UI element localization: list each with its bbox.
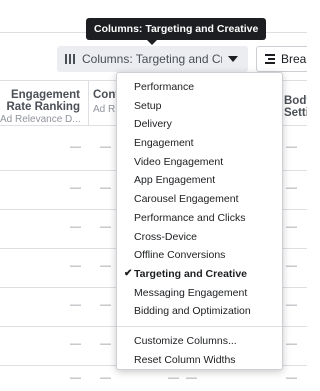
table-cell-empty: — bbox=[286, 260, 297, 272]
menu-item-performance-and-clicks[interactable]: Performance and Clicks bbox=[117, 209, 282, 228]
menu-item-engagement[interactable]: Engagement bbox=[117, 134, 282, 153]
columns-tooltip: Columns: Targeting and Creative bbox=[86, 18, 267, 40]
menu-item-setup[interactable]: Setup bbox=[117, 97, 282, 116]
table-cell-empty: — bbox=[70, 141, 81, 153]
column-header-body[interactable]: Body Setti bbox=[284, 95, 307, 119]
column-header-subtitle: Ad Relevance D... bbox=[0, 114, 81, 125]
menu-item-label: Customize Columns... bbox=[134, 334, 237, 347]
breakdown-dropdown-label: Brea bbox=[281, 52, 307, 66]
table-cell-empty: — bbox=[286, 141, 297, 153]
column-divider[interactable] bbox=[88, 81, 89, 125]
menu-item-label: Video Engagement bbox=[134, 155, 224, 168]
table-cell-empty: — bbox=[70, 338, 81, 350]
menu-item-bidding-and-optimization[interactable]: Bidding and Optimization bbox=[117, 302, 282, 321]
menu-item-label: Setup bbox=[134, 99, 162, 112]
table-cell-empty: — bbox=[70, 260, 81, 272]
table-cell-empty: — bbox=[286, 299, 297, 311]
table-cell-empty: — bbox=[186, 372, 197, 384]
menu-item-label: Performance and Clicks bbox=[134, 211, 246, 224]
table-cell-empty: — bbox=[100, 338, 111, 350]
menu-item-label: Reset Column Widths bbox=[134, 353, 236, 366]
breakdown-icon bbox=[265, 54, 275, 64]
table-cell-empty: — bbox=[286, 372, 297, 384]
table-cell-empty: — bbox=[70, 372, 81, 384]
column-header-title: Setti bbox=[284, 107, 307, 119]
menu-item-label: Cross-Device bbox=[134, 230, 198, 243]
columns-dropdown-menu: Performance Setup Delivery Engagement Vi… bbox=[116, 72, 283, 370]
menu-item-label: Messaging Engagement bbox=[134, 286, 248, 299]
menu-item-video-engagement[interactable]: Video Engagement bbox=[117, 153, 282, 172]
menu-item-label: App Engagement bbox=[134, 174, 216, 187]
table-cell-empty: — bbox=[100, 141, 111, 153]
table-cell-empty: — bbox=[168, 372, 179, 384]
columns-dropdown-button[interactable]: Columns: Targeting and Cre bbox=[57, 46, 248, 72]
breakdown-dropdown-button[interactable]: Brea bbox=[256, 46, 307, 72]
menu-item-cross-device[interactable]: Cross-Device bbox=[117, 228, 282, 247]
table-cell-empty: — bbox=[286, 221, 297, 233]
table-cell-empty: — bbox=[286, 338, 297, 350]
menu-item-carousel-engagement[interactable]: Carousel Engagement bbox=[117, 190, 282, 209]
menu-item-label: Bidding and Optimization bbox=[134, 305, 251, 318]
menu-item-label: Delivery bbox=[134, 118, 172, 131]
table-cell-empty: — bbox=[100, 182, 111, 194]
column-header-engagement-rate-ranking[interactable]: Engagement Rate Ranking Ad Relevance D..… bbox=[0, 89, 81, 125]
column-header-title: Rate Ranking bbox=[6, 101, 81, 113]
column-header-title: Conv bbox=[93, 89, 117, 101]
menu-item-customize-columns[interactable]: Customize Columns... bbox=[117, 332, 282, 351]
menu-item-reset-column-widths[interactable]: Reset Column Widths bbox=[117, 351, 282, 370]
menu-item-messaging-engagement[interactable]: Messaging Engagement bbox=[117, 284, 282, 303]
menu-item-app-engagement[interactable]: App Engagement bbox=[117, 171, 282, 190]
menu-item-label: Offline Conversions bbox=[134, 249, 226, 262]
table-cell-empty: — bbox=[70, 182, 81, 194]
table-cell-empty: — bbox=[100, 221, 111, 233]
tooltip-arrow bbox=[147, 40, 157, 45]
menu-item-offline-conversions[interactable]: Offline Conversions bbox=[117, 246, 282, 265]
table-cell-empty: — bbox=[286, 182, 297, 194]
table-cell-empty: — bbox=[100, 299, 111, 311]
column-header-title: Engagement bbox=[10, 89, 80, 101]
column-header-title: Body bbox=[284, 95, 307, 107]
ads-manager-table-view: Columns: Targeting and Creative Columns:… bbox=[0, 0, 307, 391]
column-header-conversion-rate-ranking[interactable]: Conv Ad R bbox=[93, 89, 117, 115]
menu-item-delivery[interactable]: Delivery bbox=[117, 115, 282, 134]
table-cell-empty: — bbox=[70, 299, 81, 311]
table-cell-empty: — bbox=[70, 221, 81, 233]
menu-item-label: Targeting and Creative bbox=[134, 267, 247, 280]
menu-item-performance[interactable]: Performance bbox=[117, 78, 282, 97]
checkmark-icon: ✔ bbox=[124, 267, 133, 279]
columns-dropdown-label: Columns: Targeting and Cre bbox=[82, 52, 222, 66]
menu-item-targeting-and-creative[interactable]: ✔ Targeting and Creative bbox=[117, 265, 282, 284]
menu-item-label: Engagement bbox=[134, 137, 194, 150]
caret-down-icon bbox=[228, 56, 238, 62]
menu-divider bbox=[117, 325, 282, 327]
table-cell-empty: — bbox=[100, 260, 111, 272]
menu-item-label: Carousel Engagement bbox=[134, 193, 239, 206]
table-cell-empty: — bbox=[100, 372, 111, 384]
menu-item-label: Performance bbox=[134, 81, 195, 93]
column-header-subtitle: Ad R bbox=[93, 104, 116, 115]
columns-icon bbox=[65, 54, 75, 64]
